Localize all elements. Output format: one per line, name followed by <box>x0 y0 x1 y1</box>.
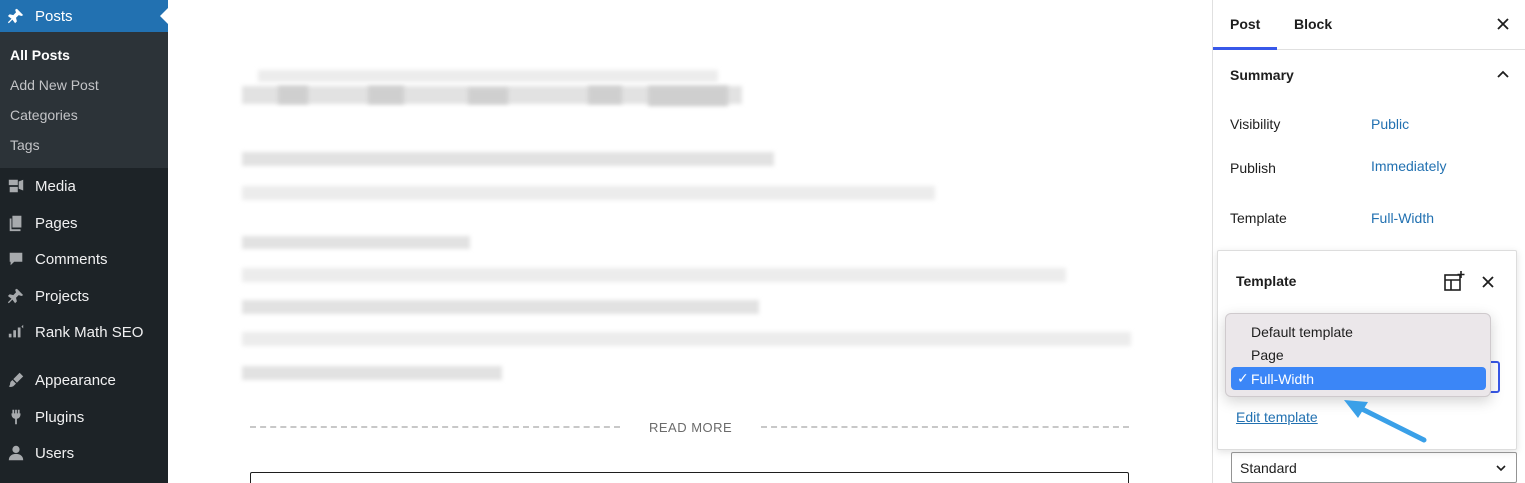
menu-label: Appearance <box>35 371 116 389</box>
pages-icon <box>6 213 26 233</box>
option-full-width[interactable]: ✓ Full-Width <box>1231 367 1486 390</box>
menu-plugins[interactable]: Plugins <box>0 407 168 427</box>
template-dropdown: Default template Page ✓ Full-Width <box>1225 313 1491 397</box>
visibility-value[interactable]: Public <box>1371 116 1409 132</box>
option-label: Full-Width <box>1251 370 1315 387</box>
popover-title: Template <box>1236 273 1297 289</box>
admin-sidebar: Posts All Posts Add New Post Categories … <box>0 0 168 483</box>
close-popover-icon[interactable] <box>1480 274 1496 290</box>
menu-rank-math-seo[interactable]: Rank Math SEO <box>0 322 168 342</box>
user-icon <box>6 443 26 463</box>
chart-icon <box>6 322 26 342</box>
panel-tabs: Post Block <box>1213 0 1525 50</box>
menu-label: Pages <box>35 214 78 232</box>
menu-label: Media <box>35 177 76 195</box>
add-template-icon[interactable] <box>1443 270 1465 292</box>
pin-icon <box>6 286 26 306</box>
brush-icon <box>6 370 26 390</box>
chevron-up-icon[interactable] <box>1495 66 1511 82</box>
editor-canvas[interactable]: READ MORE <box>168 0 1212 483</box>
tab-post[interactable]: Post <box>1230 16 1260 32</box>
menu-comments[interactable]: Comments <box>0 249 168 269</box>
menu-label: Users <box>35 444 75 462</box>
menu-pages[interactable]: Pages <box>0 213 168 233</box>
tab-active-indicator <box>1213 47 1277 50</box>
option-label: Page <box>1251 346 1284 363</box>
option-page[interactable]: Page <box>1231 343 1486 366</box>
tab-block[interactable]: Block <box>1294 16 1332 32</box>
plug-icon <box>6 407 26 427</box>
post-format-select[interactable]: Standard <box>1231 452 1517 483</box>
checkmark-icon: ✓ <box>1237 370 1249 386</box>
menu-label: Plugins <box>35 408 85 426</box>
summary-title[interactable]: Summary <box>1230 67 1294 83</box>
close-panel-icon[interactable] <box>1495 16 1511 32</box>
menu-label: Comments <box>35 250 108 268</box>
next-block[interactable] <box>250 472 1129 483</box>
menu-media[interactable]: Media <box>0 176 168 196</box>
menu-label: Rank Math SEO <box>35 323 144 341</box>
publish-label: Publish <box>1230 160 1276 176</box>
more-divider-left <box>250 426 620 428</box>
menu-projects[interactable]: Projects <box>0 286 168 306</box>
submenu-add-new-post[interactable]: Add New Post <box>10 77 99 93</box>
submenu-tags[interactable]: Tags <box>10 137 40 153</box>
publish-value[interactable]: Immediately <box>1371 158 1446 174</box>
template-label: Template <box>1230 210 1287 226</box>
edit-template-link[interactable]: Edit template <box>1236 409 1318 425</box>
template-value[interactable]: Full-Width <box>1371 210 1434 226</box>
pin-icon <box>6 6 26 26</box>
submenu-all-posts[interactable]: All Posts <box>10 47 70 63</box>
menu-label: Projects <box>35 287 90 305</box>
menu-posts[interactable]: Posts <box>0 0 168 32</box>
chevron-down-icon <box>1496 465 1506 472</box>
submenu-categories[interactable]: Categories <box>10 107 78 123</box>
post-format-value: Standard <box>1240 459 1297 476</box>
menu-label: Posts <box>35 7 73 25</box>
read-more-label[interactable]: READ MORE <box>649 420 732 435</box>
comment-icon <box>6 249 26 269</box>
more-divider-right <box>761 426 1129 428</box>
visibility-label: Visibility <box>1230 116 1281 132</box>
menu-appearance[interactable]: Appearance <box>0 370 168 390</box>
menu-users[interactable]: Users <box>0 443 168 463</box>
media-icon <box>6 176 26 196</box>
posts-submenu: All Posts Add New Post Categories Tags <box>0 32 168 168</box>
annotation-arrow-icon <box>1344 400 1427 443</box>
option-label: Default template <box>1251 323 1353 340</box>
option-default-template[interactable]: Default template <box>1231 320 1486 343</box>
